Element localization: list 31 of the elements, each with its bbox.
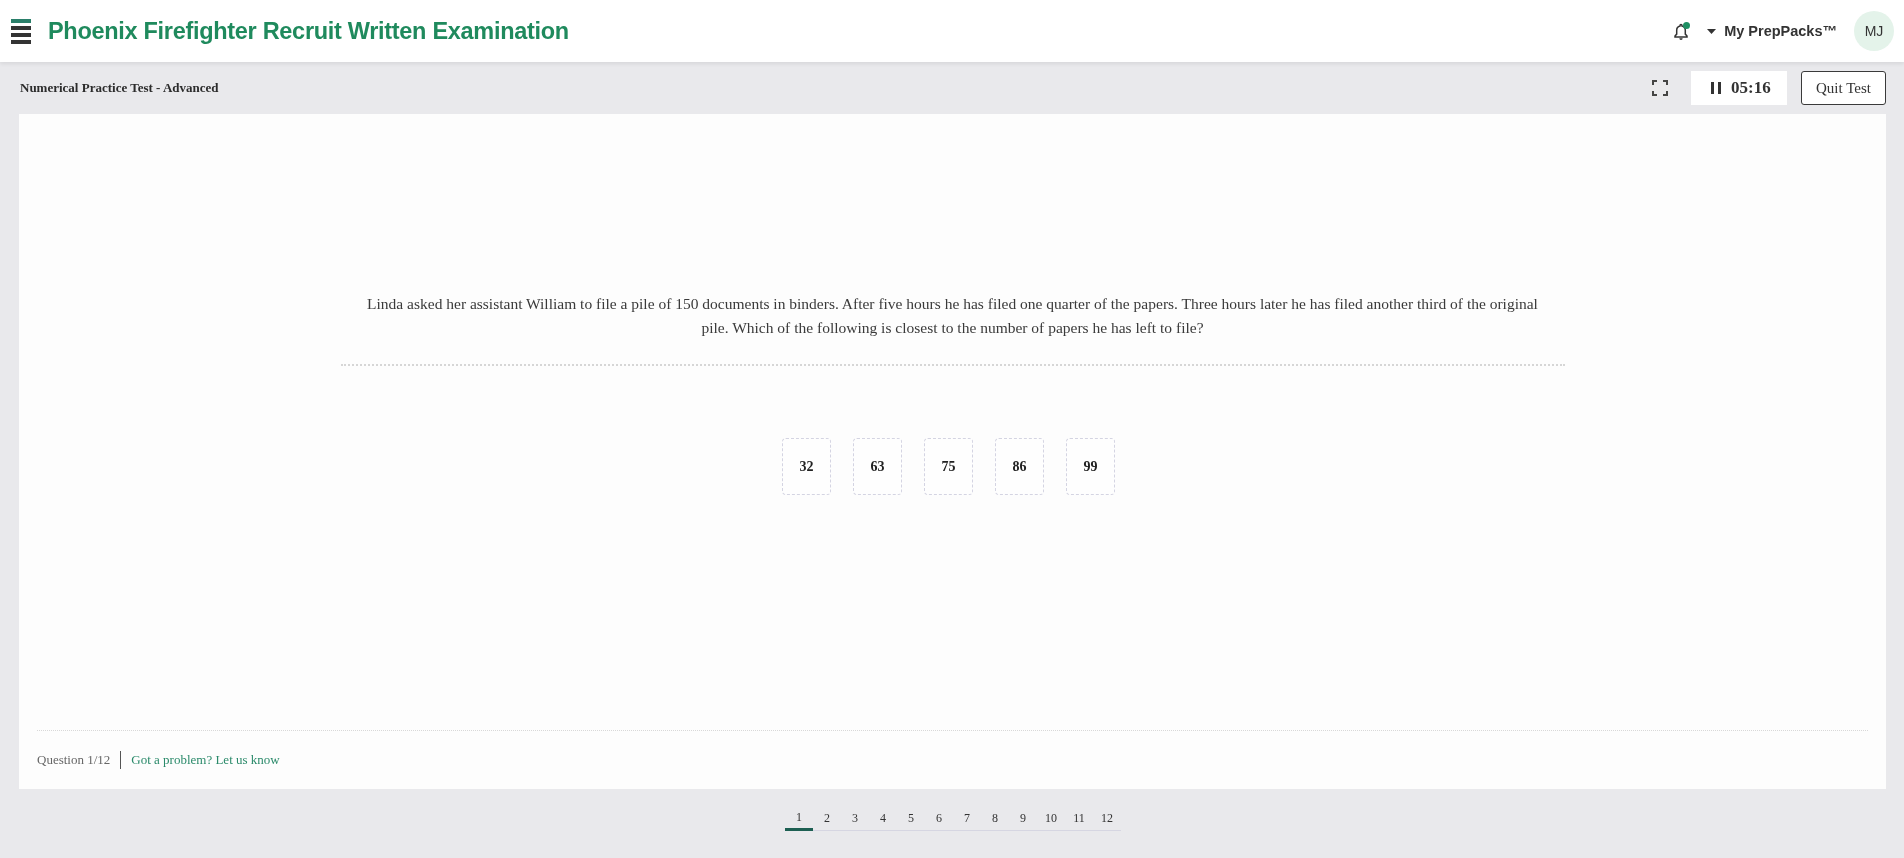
- page-tab[interactable]: 11: [1065, 807, 1093, 831]
- answer-option[interactable]: 63: [853, 438, 902, 495]
- page-tab[interactable]: 6: [925, 807, 953, 831]
- caret-icon: [1707, 28, 1717, 34]
- report-problem-link[interactable]: Got a problem? Let us know: [131, 752, 280, 768]
- page-tab[interactable]: 3: [841, 807, 869, 831]
- fullscreen-icon[interactable]: [1652, 80, 1668, 96]
- answer-option[interactable]: 99: [1066, 438, 1115, 495]
- answer-option[interactable]: 32: [782, 438, 831, 495]
- exam-title: Phoenix Firefighter Recruit Written Examination: [48, 17, 569, 45]
- test-title: Numerical Practice Test - Advanced: [20, 80, 219, 96]
- answer-option[interactable]: 86: [995, 438, 1044, 495]
- pause-icon[interactable]: [1711, 82, 1721, 94]
- page-tab[interactable]: 5: [897, 807, 925, 831]
- page-tab[interactable]: 7: [953, 807, 981, 831]
- user-avatar[interactable]: MJ: [1854, 11, 1894, 51]
- question-text: Linda asked her assistant William to file a pile of 150 documents in binders. After five hours he has filed one quarter of the papers. Three hours later he has filed another third of the original pile. Which of the following is closest to the number of papers he has left to file?: [366, 294, 1539, 338]
- answer-option[interactable]: 75: [924, 438, 973, 495]
- page-tab[interactable]: 9: [1009, 807, 1037, 831]
- quit-test-button[interactable]: Quit Test: [1801, 71, 1886, 105]
- page-tab[interactable]: 12: [1093, 807, 1121, 831]
- timer-text: 05:16: [1731, 78, 1771, 98]
- menu-icon[interactable]: [11, 18, 31, 44]
- page-tab[interactable]: 4: [869, 807, 897, 831]
- page-tab[interactable]: 1: [785, 807, 813, 831]
- page-tab[interactable]: 8: [981, 807, 1009, 831]
- page-tab[interactable]: 2: [813, 807, 841, 831]
- bell-icon[interactable]: [1674, 22, 1689, 40]
- preppacks-menu-button[interactable]: My PrepPacks™: [1707, 23, 1837, 39]
- question-counter: Question 1/12: [37, 752, 111, 768]
- page-tab[interactable]: 10: [1037, 807, 1065, 831]
